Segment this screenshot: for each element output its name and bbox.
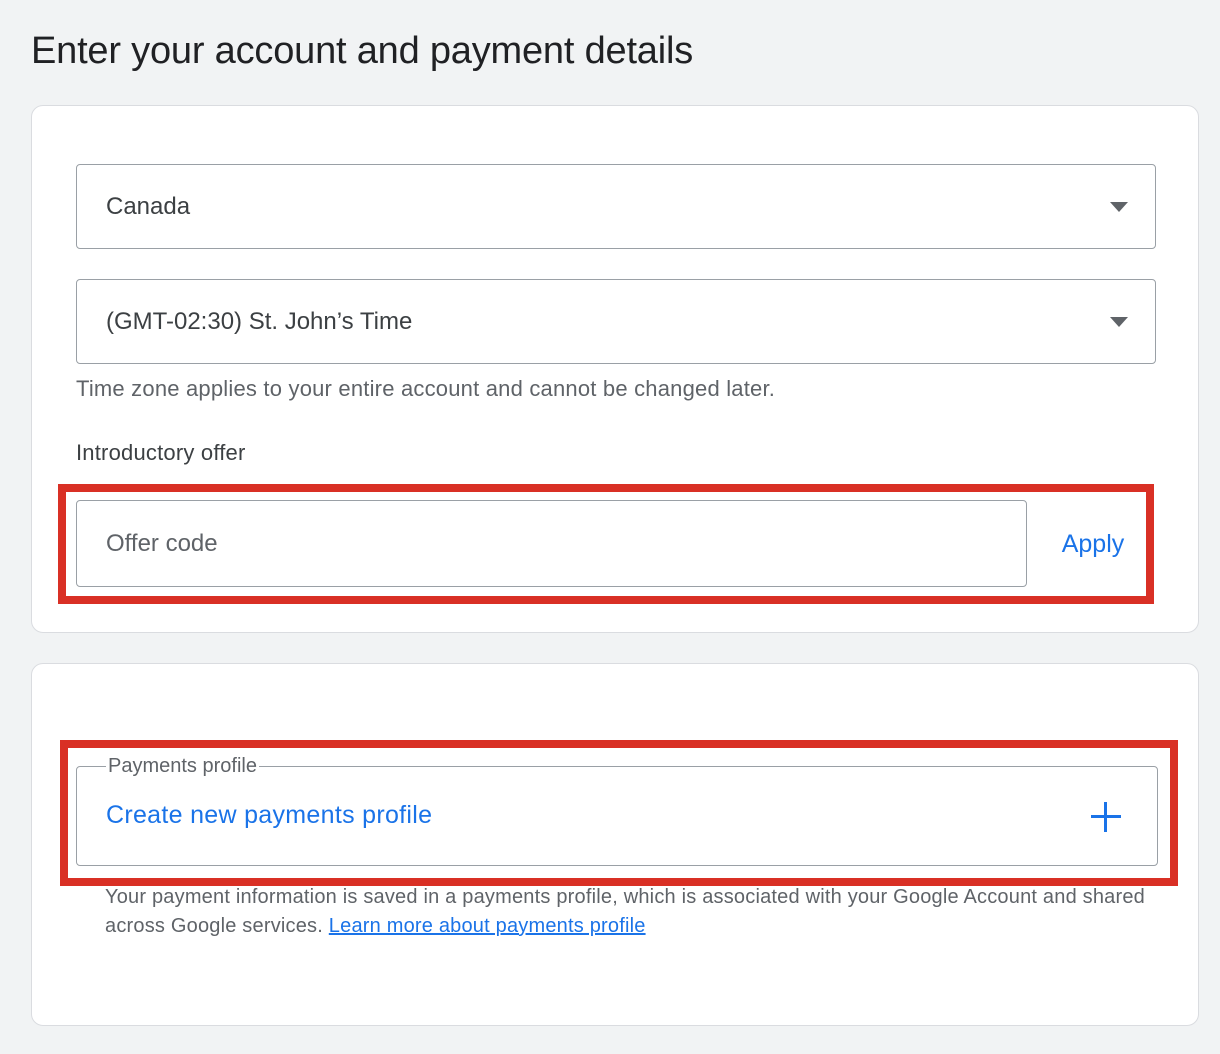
payments-profile-field[interactable]: Payments profile Create new payments pro… [76, 753, 1158, 866]
timezone-helper-text: Time zone applies to your entire account… [76, 376, 776, 401]
create-payments-profile-link[interactable]: Create new payments profile [106, 801, 432, 830]
payments-profile-legend: Payments profile [106, 753, 259, 779]
account-details-card: Canada (GMT-02:30) St. John’s Time Time … [31, 105, 1199, 633]
country-select[interactable]: Canada [76, 164, 1156, 249]
plus-icon[interactable] [1091, 802, 1121, 832]
page-title: Enter your account and payment details [31, 30, 694, 72]
caret-down-icon [1110, 201, 1128, 212]
apply-button[interactable]: Apply [1048, 516, 1138, 572]
payments-helper-text: Your payment information is saved in a p… [105, 883, 1165, 941]
timezone-select-value: (GMT-02:30) St. John’s Time [106, 307, 413, 335]
learn-more-link[interactable]: Learn more about payments profile [329, 915, 646, 937]
introductory-offer-label: Introductory offer [76, 440, 246, 465]
caret-down-icon [1110, 316, 1128, 327]
timezone-select[interactable]: (GMT-02:30) St. John’s Time [76, 279, 1156, 364]
offer-code-input[interactable] [76, 500, 1027, 587]
country-select-value: Canada [106, 192, 191, 220]
payments-card: Payments profile Create new payments pro… [31, 663, 1199, 1026]
